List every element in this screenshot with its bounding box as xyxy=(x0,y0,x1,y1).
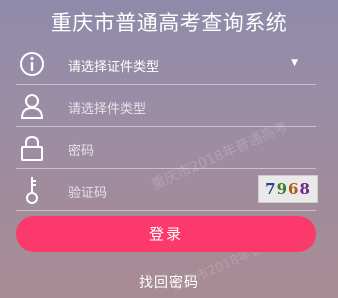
captcha-digit: 8 xyxy=(299,180,311,198)
captcha-field[interactable]: 验证码 7968 xyxy=(16,170,318,211)
forgot-password-link[interactable]: 找回密码 xyxy=(0,272,338,292)
id-number-placeholder: 请选择件类型 xyxy=(68,102,147,117)
caret-down-icon: ▼ xyxy=(291,58,298,68)
password-placeholder: 密码 xyxy=(68,144,95,159)
info-circle-icon xyxy=(20,52,44,76)
captcha-digit: 9 xyxy=(276,180,288,198)
captcha-image[interactable]: 7968 xyxy=(258,175,318,203)
password-field[interactable]: 密码 xyxy=(16,128,316,169)
id-number-field[interactable]: 请选择件类型 xyxy=(16,86,316,127)
id-type-select[interactable]: 请选择证件类型 ▼ xyxy=(16,44,316,85)
lock-icon xyxy=(21,135,43,161)
page-title: 重庆市普通高考查询系统 xyxy=(50,11,288,35)
user-icon xyxy=(20,94,44,119)
id-type-select-value: 请选择证件类型 xyxy=(68,60,160,75)
captcha-placeholder: 验证码 xyxy=(68,186,108,201)
key-icon xyxy=(26,177,38,204)
login-button[interactable]: 登录 xyxy=(16,216,316,252)
captcha-digit: 6 xyxy=(288,180,300,198)
captcha-digit: 7 xyxy=(265,180,277,198)
